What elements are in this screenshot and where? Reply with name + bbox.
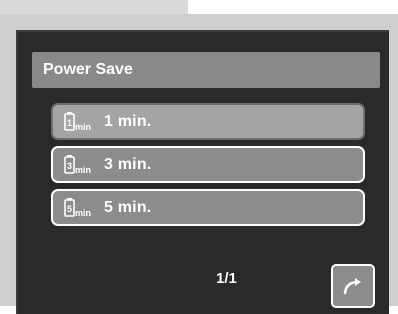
redo-arrow-icon (343, 278, 361, 295)
menu-item-1-min[interactable]: 1 min 1 min. (51, 103, 365, 140)
menu-screen: Power Save 1 min 1 min. 3 min 3 min. 5 m… (16, 30, 389, 314)
menu-title: Power Save (32, 52, 380, 88)
menu-item-label: 3 min. (104, 155, 152, 173)
menu-item-5-min[interactable]: 5 min 5 min. (51, 189, 365, 226)
page-indicator: 1/1 (216, 270, 237, 287)
svg-text:5: 5 (67, 204, 72, 214)
power-save-3min-icon: 3 min (64, 154, 91, 175)
power-save-1min-icon: 1 min (64, 111, 91, 132)
svg-text:min: min (75, 165, 91, 175)
menu-item-label: 5 min. (104, 198, 152, 216)
menu-item-label: 1 min. (104, 112, 152, 130)
camera-frame: Power Save 1 min 1 min. 3 min 3 min. 5 m… (0, 14, 398, 314)
svg-text:1: 1 (67, 118, 72, 128)
svg-text:min: min (75, 122, 91, 132)
menu-list: 1 min 1 min. 3 min 3 min. 5 min 5 min. (51, 103, 365, 232)
power-save-5min-icon: 5 min (64, 197, 91, 218)
frame-tab (0, 0, 188, 14)
next-page-button[interactable] (331, 264, 375, 308)
svg-text:3: 3 (67, 161, 72, 171)
menu-item-3-min[interactable]: 3 min 3 min. (51, 146, 365, 183)
svg-text:min: min (75, 208, 91, 218)
